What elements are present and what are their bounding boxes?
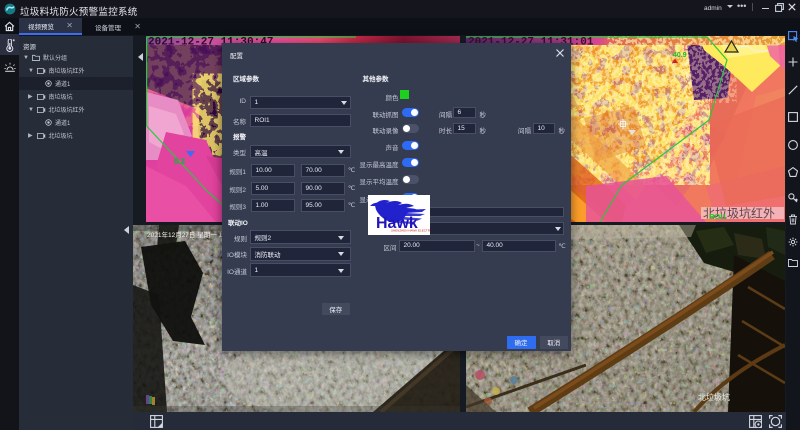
svg-text:40.9: 40.9 bbox=[673, 52, 687, 59]
svg-text:ROI1: ROI1 bbox=[709, 212, 727, 221]
svg-text:北垃圾坑: 北垃圾坑 bbox=[698, 392, 730, 402]
svg-text:0.3: 0.3 bbox=[174, 157, 186, 166]
svg-text:SHENZHEN HAWK ELECTRONIC CO.,L: SHENZHEN HAWK ELECTRONIC CO.,LT bbox=[391, 229, 430, 233]
